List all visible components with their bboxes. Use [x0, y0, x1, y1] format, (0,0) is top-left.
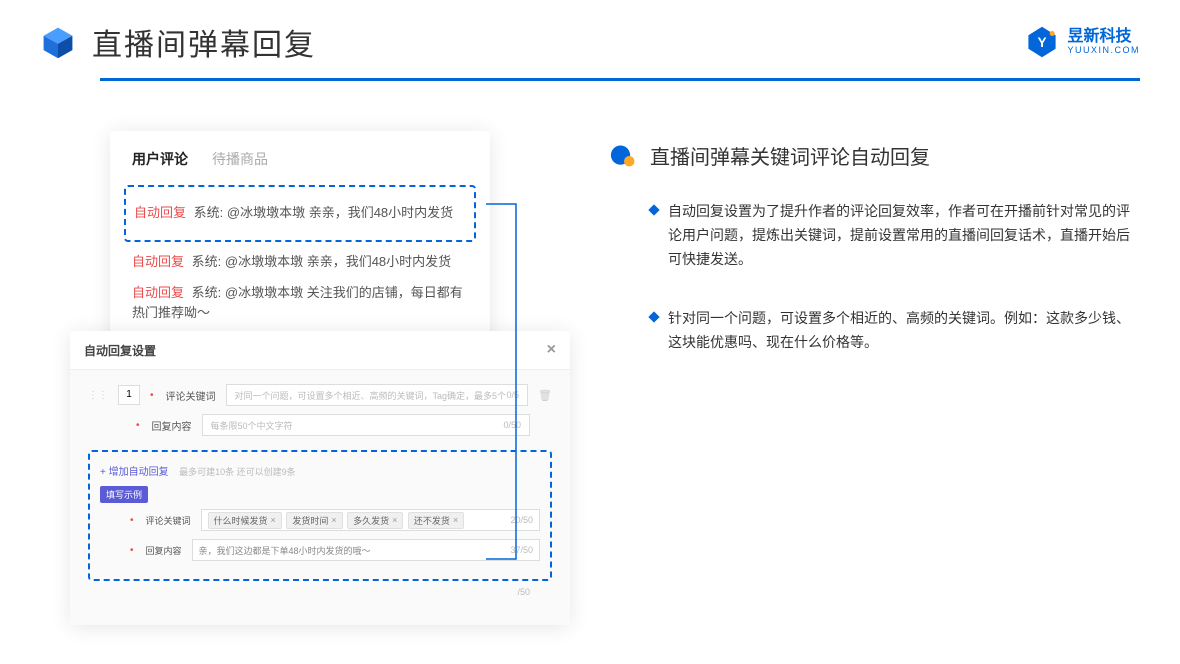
chip-close-icon[interactable]: ×	[331, 515, 336, 525]
ex-keyword-input[interactable]: 什么时候发货× 发货时间× 多久发货× 还不发货× 20/50	[201, 509, 540, 531]
bottom-counter: /50	[517, 587, 530, 597]
required-marker: •	[136, 420, 140, 431]
required-marker: •	[150, 390, 154, 401]
close-icon[interactable]: ×	[547, 341, 556, 359]
comment-line: 自动回复 系统: @冰墩墩本墩 亲亲，我们48小时内发货	[132, 252, 468, 273]
section-title: 直播间弹幕关键词评论自动回复	[650, 141, 930, 170]
ex-content-input[interactable]: 亲，我们这边都是下单48小时内发货的哦～ 37/50	[192, 539, 540, 561]
ex-content-text: 亲，我们这边都是下单48小时内发货的哦～	[199, 544, 371, 557]
description-column: 直播间弹幕关键词评论自动回复 自动回复设置为了提升作者的评论回复效率，作者可在开…	[610, 121, 1130, 391]
counter: 0/50	[503, 420, 521, 430]
comment-text: @冰墩墩本墩 亲亲，我们48小时内发货	[227, 205, 453, 220]
cube-icon	[40, 24, 76, 60]
keyword-input[interactable]: 对同一个问题，可设置多个相近、高频的关键词，Tag确定，最多5个 0/5	[226, 384, 529, 406]
content-label: 回复内容	[152, 418, 192, 433]
brand-logo: Y 昱新科技 YUUXIN.COM	[1025, 25, 1140, 59]
modal-title: 自动回复设置	[84, 342, 156, 359]
chip[interactable]: 什么时候发货×	[208, 512, 282, 529]
bullet-text: 自动回复设置为了提升作者的评论回复效率，作者可在开播前针对常见的评论用户问题，提…	[668, 200, 1130, 271]
tab-comments[interactable]: 用户评论	[132, 149, 188, 169]
example-section: + 增加自动回复 最多可建10条 还可以创建9条 填写示例 • 评论关键词 什么…	[88, 450, 552, 581]
screenshot-area: 用户评论 待播商品 自动回复 系统: @冰墩墩本墩 亲亲，我们48小时内发货 自…	[70, 121, 570, 391]
highlighted-comment: 自动回复 系统: @冰墩墩本墩 亲亲，我们48小时内发货	[124, 185, 476, 242]
example-tag: 填写示例	[100, 486, 148, 503]
drag-handle-icon[interactable]: ⋮⋮	[88, 390, 108, 401]
settings-modal: 自动回复设置 × ⋮⋮ 1 • 评论关键词 对同一个问题，可设置多个相近、高频的…	[70, 331, 570, 625]
chip-close-icon[interactable]: ×	[392, 515, 397, 525]
diamond-bullet-icon	[648, 312, 659, 323]
hint-text: 最多可建10条 还可以创建9条	[179, 467, 296, 477]
comment-line: 自动回复 系统: @冰墩墩本墩 关注我们的店铺，每日都有热门推荐呦～	[132, 283, 468, 325]
ex-content-label: 回复内容	[146, 544, 182, 557]
ex-keyword-label: 评论关键词	[146, 514, 191, 527]
system-label: 系统:	[194, 205, 224, 220]
auto-reply-tag: 自动回复	[134, 205, 186, 220]
comment-text: @冰墩墩本墩 亲亲，我们48小时内发货	[225, 254, 451, 269]
page-title: 直播间弹幕回复	[92, 20, 316, 64]
svg-text:Y: Y	[1038, 35, 1047, 50]
required-marker: •	[130, 515, 134, 526]
bullet-item: 针对同一个问题，可设置多个相近的、高频的关键词。例如：这款多少钱、这块能优惠吗、…	[610, 307, 1130, 355]
counter: 37/50	[510, 545, 533, 555]
chip-close-icon[interactable]: ×	[271, 515, 276, 525]
add-auto-reply-link[interactable]: + 增加自动回复	[100, 467, 169, 478]
content-input[interactable]: 每条限50个中文字符 0/50	[202, 414, 530, 436]
diamond-bullet-icon	[648, 204, 659, 215]
required-marker: •	[130, 545, 134, 556]
bullet-item: 自动回复设置为了提升作者的评论回复效率，作者可在开播前针对常见的评论用户问题，提…	[610, 200, 1130, 271]
counter: 0/5	[507, 390, 520, 400]
brand-name: 昱新科技	[1067, 28, 1140, 46]
system-label: 系统:	[192, 285, 222, 300]
chip[interactable]: 还不发货×	[408, 512, 464, 529]
header: 直播间弹幕回复 Y 昱新科技 YUUXIN.COM	[0, 0, 1180, 74]
chip[interactable]: 发货时间×	[286, 512, 342, 529]
auto-reply-tag: 自动回复	[132, 285, 184, 300]
chip-close-icon[interactable]: ×	[453, 515, 458, 525]
system-label: 系统:	[192, 254, 222, 269]
bullet-text: 针对同一个问题，可设置多个相近的、高频的关键词。例如：这款多少钱、这块能优惠吗、…	[668, 307, 1130, 355]
placeholder-text: 对同一个问题，可设置多个相近、高频的关键词，Tag确定，最多5个	[235, 389, 507, 402]
placeholder-text: 每条限50个中文字符	[211, 419, 293, 432]
keyword-label: 评论关键词	[166, 388, 216, 403]
header-left: 直播间弹幕回复	[40, 20, 316, 64]
index-number: 1	[118, 385, 140, 405]
brand-url: YUUXIN.COM	[1067, 46, 1140, 56]
chip[interactable]: 多久发货×	[347, 512, 403, 529]
brand-icon: Y	[1025, 25, 1059, 59]
chat-bubble-icon	[610, 142, 638, 170]
counter: 20/50	[510, 515, 533, 525]
tab-products[interactable]: 待播商品	[212, 149, 268, 169]
trash-icon[interactable]: 🗑	[538, 389, 552, 402]
auto-reply-tag: 自动回复	[132, 254, 184, 269]
